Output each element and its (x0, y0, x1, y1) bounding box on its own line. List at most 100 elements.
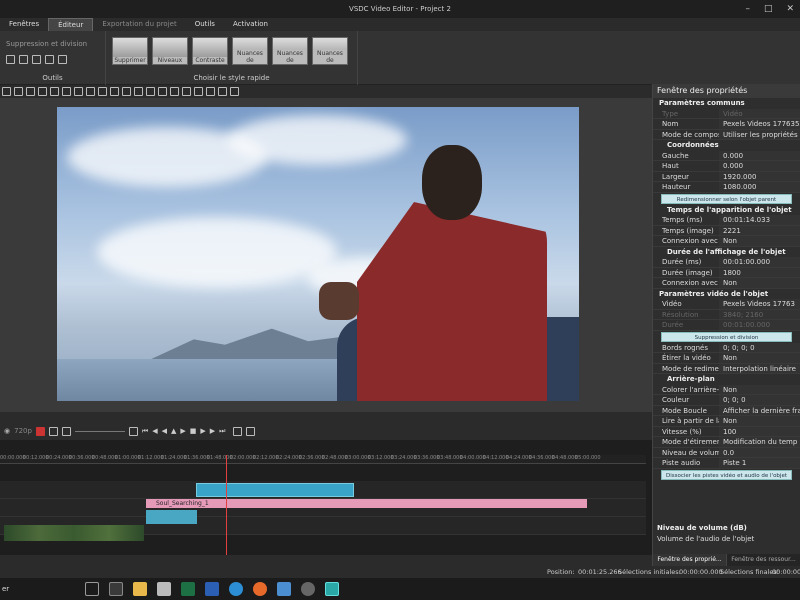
maximize-icon[interactable]: □ (764, 0, 773, 18)
ruler-tick: 03:24.000 (391, 455, 417, 461)
resize-parent-button[interactable]: Redimensionner selon l'objet parent (661, 193, 792, 204)
excel-icon[interactable] (181, 582, 195, 596)
section-appear[interactable]: Temps de l'apparition de l'objet (653, 205, 800, 216)
grid-icon[interactable] (74, 87, 83, 96)
fit-icon[interactable] (170, 87, 179, 96)
explorer-icon[interactable] (133, 582, 147, 596)
align-top-icon[interactable] (122, 87, 131, 96)
rotate-left-icon[interactable] (32, 55, 41, 64)
group-icon[interactable] (218, 87, 227, 96)
tools-group: Suppression et division Outils (0, 31, 106, 85)
close-icon[interactable] (26, 87, 35, 96)
clock-icon[interactable] (128, 426, 138, 436)
transport-bar: ◉ 720p ⏮◀◀▲▶■▶▶⏭ (0, 422, 652, 440)
loop-icon[interactable] (48, 426, 58, 436)
section-coords[interactable]: Coordonnées (653, 140, 800, 151)
quick-style-group: Supprimer Niveaux Contraste Nuances de N… (106, 31, 358, 85)
settings-icon[interactable] (157, 582, 171, 596)
style-contrast[interactable]: Contraste (192, 37, 228, 65)
prop-height: Hauteur 1080.000 (653, 182, 800, 193)
ruler-tick: 01:00.000 (115, 455, 141, 461)
ruler-tick: 00:48.000 (92, 455, 118, 461)
firefox-icon[interactable] (253, 582, 267, 596)
sel-end-label: Sélections finales: (720, 568, 779, 576)
sel-end-value: 00:00:00 (772, 568, 800, 576)
cut-icon[interactable] (6, 55, 15, 64)
volume-icon[interactable] (61, 426, 71, 436)
volume-slider[interactable] (74, 430, 125, 432)
section-background[interactable]: Arrière-plan (653, 374, 800, 385)
status-bar: Position: 00:01:25.266 Sélections initia… (0, 566, 800, 578)
snap-icon[interactable] (246, 426, 256, 436)
effect-icon[interactable] (58, 55, 67, 64)
playhead[interactable] (226, 455, 227, 555)
layers-icon[interactable] (206, 87, 215, 96)
prop-play-end: Lire à partir de la finNon (653, 416, 800, 427)
style-levels[interactable]: Niveaux (152, 37, 188, 65)
prop-dur-img: Durée (image) 1800 (653, 267, 800, 278)
arrow-down-icon[interactable] (194, 87, 203, 96)
windows-icon[interactable] (85, 582, 99, 596)
minimize-icon[interactable]: – (745, 0, 750, 18)
timeline-ruler[interactable]: 00:00.00000:12.00000:24.00000:36.00000:4… (0, 455, 646, 464)
vsdc-icon[interactable] (325, 582, 339, 596)
audio-clip[interactable]: Soul_Searching_1 (146, 499, 587, 508)
ruler-tick: 01:36.000 (184, 455, 210, 461)
rect-icon[interactable] (14, 87, 23, 96)
section-duration[interactable]: Durée de l'affichage de l'objet (653, 247, 800, 258)
properties-panel: Fenêtre des propriétés Paramètres commun… (652, 84, 800, 566)
style-shades-2[interactable]: Nuances de (272, 37, 308, 65)
word-icon[interactable] (205, 582, 219, 596)
redo-icon[interactable] (62, 87, 71, 96)
style-shades-3[interactable]: Nuances de (312, 37, 348, 65)
align-center-icon[interactable] (98, 87, 107, 96)
style-shades-1[interactable]: Nuances de (232, 37, 268, 65)
crop-icon[interactable] (19, 55, 28, 64)
window-title: VSDC Video Editor - Project 2 (349, 5, 451, 13)
align-left-icon[interactable] (86, 87, 95, 96)
zoom-select[interactable]: 720p (14, 427, 32, 435)
align-bottom-icon[interactable] (146, 87, 155, 96)
align-right-icon[interactable] (110, 87, 119, 96)
video-clip-forest[interactable] (4, 525, 144, 541)
ruler-tick: 02:48.000 (322, 455, 348, 461)
menu-export[interactable]: Exportation du projet (93, 18, 185, 31)
select-icon[interactable] (2, 87, 11, 96)
settings-icon[interactable] (230, 87, 239, 96)
undo-icon[interactable] (50, 87, 59, 96)
eye-icon[interactable]: ◉ (4, 427, 10, 435)
video-clip[interactable] (196, 483, 354, 497)
marker-icon[interactable] (233, 426, 243, 436)
quick-style-label: Choisir le style rapide (193, 74, 270, 82)
menu-activation[interactable]: Activation (224, 18, 277, 31)
section-common[interactable]: Paramètres communs (653, 98, 800, 109)
task-view-icon[interactable] (109, 582, 123, 596)
media-icon[interactable] (301, 582, 315, 596)
record-icon[interactable] (35, 426, 45, 436)
split-button[interactable]: Suppression et division (6, 40, 87, 48)
style-remove[interactable]: Supprimer (112, 37, 148, 65)
app-icon[interactable] (277, 582, 291, 596)
close-icon[interactable]: ✕ (786, 0, 794, 18)
playback-controls[interactable]: ⏮◀◀▲▶■▶▶⏭ (142, 427, 230, 436)
section-video[interactable]: Paramètres vidéo de l'objet (653, 289, 800, 300)
ruler-tick: 05:00.000 (575, 455, 601, 461)
rotate-right-icon[interactable] (45, 55, 54, 64)
edge-icon[interactable] (229, 582, 243, 596)
arrow-up-icon[interactable] (182, 87, 191, 96)
menu-outils[interactable]: Outils (186, 18, 224, 31)
position-value: 00:01:25.266 (578, 568, 622, 576)
taskbar-search[interactable]: er (0, 585, 80, 593)
align-middle-icon[interactable] (134, 87, 143, 96)
menu-editeur[interactable]: Éditeur (48, 18, 94, 31)
video-clip-2[interactable] (146, 510, 197, 524)
move-icon[interactable] (158, 87, 167, 96)
split-props-button[interactable]: Suppression et division (661, 331, 792, 342)
ruler-tick: 02:36.000 (299, 455, 325, 461)
tab-resources[interactable]: Fenêtre des ressour... (727, 554, 800, 566)
menu-fenetres[interactable]: Fenêtres (0, 18, 48, 31)
circle-icon[interactable] (38, 87, 47, 96)
tab-properties[interactable]: Fenêtre des proprié... (653, 554, 727, 566)
video-preview[interactable] (57, 107, 579, 401)
detach-audio-button[interactable]: Dissocier les pistes vidéo et audio de l… (661, 469, 792, 480)
